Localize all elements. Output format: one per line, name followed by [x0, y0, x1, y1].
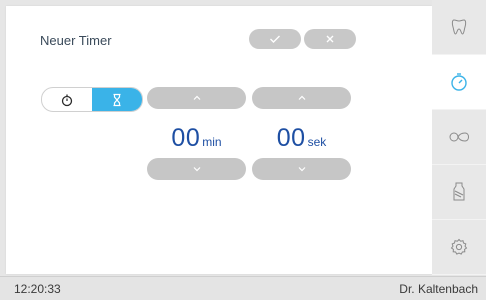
sidebar-item-timer[interactable]: [432, 55, 486, 110]
timer-mode-toggle: [41, 87, 143, 112]
close-icon: [326, 35, 334, 43]
page-title: Neuer Timer: [40, 33, 112, 48]
seconds-decrement-button[interactable]: [252, 158, 351, 180]
chevron-up-icon: [193, 95, 200, 100]
chevron-up-icon: [298, 95, 305, 100]
check-icon: [270, 35, 280, 43]
chevron-down-icon: [298, 167, 305, 172]
minutes-value: 00: [171, 124, 201, 152]
confirm-button[interactable]: [249, 29, 301, 49]
loop-icon: [449, 132, 470, 142]
stopwatch-icon: [61, 94, 73, 106]
gear-icon: [450, 238, 468, 255]
user-name: Dr. Kaltenbach: [399, 282, 478, 296]
seconds-display: 00 sek: [252, 124, 351, 153]
seconds-increment-button[interactable]: [252, 87, 351, 109]
minutes-increment-button[interactable]: [147, 87, 246, 109]
sidebar-item-loop[interactable]: [432, 110, 486, 165]
clock-time: 12:20:33: [14, 282, 61, 296]
minutes-unit: min: [202, 135, 222, 149]
cancel-button[interactable]: [304, 29, 356, 49]
tooth-icon: [451, 19, 467, 35]
status-bar: 12:20:33 Dr. Kaltenbach: [0, 276, 486, 300]
hourglass-icon: [113, 93, 121, 106]
timer-panel: Neuer Timer 00 min 00 sek: [6, 6, 432, 274]
sidebar-nav: [432, 0, 486, 276]
minutes-display: 00 min: [147, 124, 246, 153]
sidebar-item-tooth[interactable]: [432, 0, 486, 55]
countdown-mode-button[interactable]: [92, 88, 142, 111]
seconds-value: 00: [276, 124, 306, 152]
bottle-icon: [453, 182, 465, 201]
sidebar-item-bottle[interactable]: [432, 165, 486, 220]
chevron-down-icon: [193, 167, 200, 172]
minutes-decrement-button[interactable]: [147, 158, 246, 180]
seconds-unit: sek: [307, 135, 327, 149]
sidebar-item-settings[interactable]: [432, 220, 486, 275]
stopwatch-mode-button[interactable]: [42, 88, 92, 111]
timer-icon: [451, 73, 467, 91]
